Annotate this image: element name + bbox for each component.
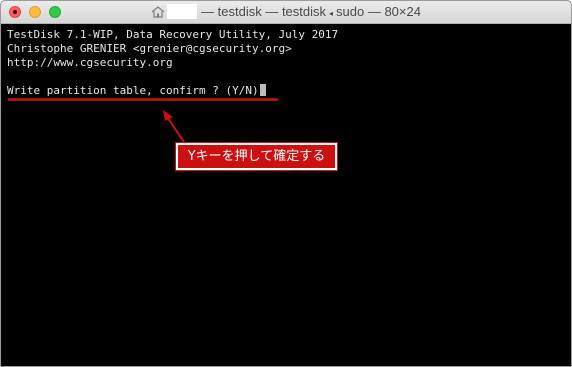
terminal-line-prompt: Write partition table, confirm ? (Y/N) (7, 84, 567, 98)
home-folder-icon (151, 5, 165, 18)
arrow-head-icon (163, 110, 173, 121)
annotation-callout: Yキーを押して確定する (175, 142, 338, 171)
text-cursor (259, 84, 266, 96)
sort-arrow-icon: ◂ (329, 9, 334, 18)
window-title-suffix: sudo — 80×24 (336, 4, 421, 19)
terminal-line-author: Christophe GRENIER <grenier@cgsecurity.o… (7, 42, 292, 55)
terminal-line-version: TestDisk 7.1-WIP, Data Recovery Utility,… (7, 28, 339, 41)
terminal-line-url: http://www.cgsecurity.org (7, 56, 173, 69)
window-title: — testdisk — testdisk ◂ sudo — 80×24 (1, 1, 571, 23)
title-bar[interactable]: — testdisk — testdisk ◂ sudo — 80×24 (1, 1, 571, 24)
window-title-text: — testdisk — testdisk (201, 4, 327, 19)
confirm-prompt-text: Write partition table, confirm ? (Y/N) (7, 84, 259, 97)
terminal-content[interactable]: TestDisk 7.1-WIP, Data Recovery Utility,… (7, 28, 567, 98)
redacted-username (167, 4, 198, 20)
terminal-window: — testdisk — testdisk ◂ sudo — 80×24 TestD… (0, 0, 572, 367)
arrow-shaft (166, 116, 185, 143)
